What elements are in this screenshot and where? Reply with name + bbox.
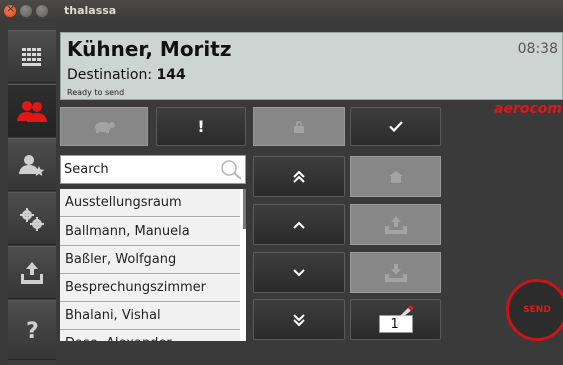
sidebar-item-favorites[interactable] <box>8 138 56 191</box>
brand-text: aerocom <box>494 101 562 117</box>
sidebar-item-help[interactable]: ? <box>8 300 56 360</box>
sidebar-item-settings[interactable] <box>8 192 56 245</box>
svg-text:?: ? <box>26 319 39 341</box>
priority-button[interactable]: ! <box>156 107 246 146</box>
upload-button[interactable] <box>350 204 441 245</box>
lock-button[interactable] <box>253 107 345 146</box>
sidebar-item-outbox[interactable] <box>8 246 56 299</box>
list-item[interactable]: Ballmann, Manuela <box>60 218 240 246</box>
list-scrollbar[interactable] <box>243 189 246 229</box>
priority-label: ! <box>197 117 205 136</box>
contact-name: Kühner, Moritz <box>67 37 232 61</box>
user-star-icon <box>19 154 45 176</box>
search-box <box>60 155 246 184</box>
search-icon[interactable] <box>219 159 243 181</box>
scroll-up-button[interactable] <box>253 204 345 245</box>
list-item[interactable]: Baßler, Wolfgang <box>60 246 240 274</box>
sidebar-item-keypad[interactable] <box>8 30 56 83</box>
brand-logo: aerocom <box>490 98 563 120</box>
home-icon <box>388 170 403 183</box>
confirm-button[interactable] <box>350 107 441 146</box>
send-button[interactable]: SEND <box>506 279 563 341</box>
download-icon <box>384 263 407 282</box>
send-label: SEND <box>523 305 551 315</box>
lock-icon <box>294 120 304 133</box>
list-item[interactable]: Besprechungszimmer <box>60 274 240 302</box>
double-chevron-up-icon <box>293 170 305 183</box>
sidebar-item-contacts[interactable] <box>8 84 56 137</box>
counter-button[interactable]: 1 <box>350 299 441 340</box>
home-button[interactable] <box>350 156 441 197</box>
close-window-button[interactable] <box>4 2 16 17</box>
page-flag-icon <box>399 304 414 317</box>
minimize-window-button[interactable] <box>20 5 32 17</box>
upload-icon <box>384 215 407 234</box>
maximize-window-button[interactable] <box>36 5 48 17</box>
help-icon: ? <box>26 319 39 341</box>
list-item[interactable]: Ausstellungsraum <box>60 189 240 217</box>
turtle-button[interactable] <box>60 107 148 146</box>
double-chevron-down-icon <box>293 313 305 326</box>
checkmark-icon <box>388 121 403 132</box>
chevron-down-icon <box>293 268 305 276</box>
upload-tray-icon <box>21 261 43 284</box>
contacts-icon <box>17 100 47 122</box>
scroll-down-button[interactable] <box>253 252 345 293</box>
search-input[interactable] <box>61 156 211 183</box>
app-window: thalassa <box>0 0 563 365</box>
scroll-bottom-button[interactable] <box>253 299 345 340</box>
status-text: Ready to send <box>67 88 125 97</box>
clock-time: 08:38 <box>517 41 558 57</box>
scroll-top-button[interactable] <box>253 156 345 197</box>
keypad-icon <box>22 47 41 66</box>
contact-header: Kühner, Moritz 08:38 Destination: 144 Re… <box>60 32 563 100</box>
download-button[interactable] <box>350 252 441 293</box>
title-bar: thalassa <box>0 0 563 22</box>
turtle-icon <box>95 121 115 133</box>
list-item[interactable]: Dase, Alexander <box>60 330 240 341</box>
list-item[interactable]: Bhalani, Vishal <box>60 302 240 330</box>
chevron-up-icon <box>293 221 305 229</box>
window-title: thalassa <box>64 4 117 17</box>
counter-value: 1 <box>390 316 399 332</box>
destination-label: Destination: <box>67 67 153 83</box>
sidebar: ? <box>8 22 56 365</box>
settings-gears-icon <box>20 207 44 231</box>
contact-list[interactable]: Ausstellungsraum Ballmann, Manuela Baßle… <box>60 189 246 341</box>
destination-value: 144 <box>156 67 186 83</box>
destination: Destination: 144 <box>67 67 186 83</box>
page-counter: 1 <box>378 304 414 333</box>
